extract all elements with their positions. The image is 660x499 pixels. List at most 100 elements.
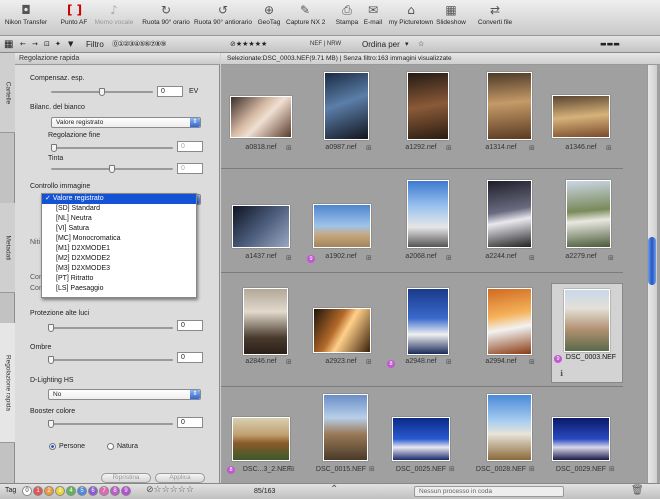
- photo-thumbnail[interactable]: [487, 180, 532, 248]
- rating-stars[interactable]: ⊘☆☆☆☆☆: [146, 485, 194, 495]
- photo-thumbnail[interactable]: [324, 72, 369, 140]
- label-chip[interactable]: 3: [55, 486, 65, 496]
- label-chip[interactable]: 4: [66, 486, 76, 496]
- photo-thumbnail[interactable]: [313, 204, 371, 248]
- thumbnail-cell[interactable]: ⊞ a2923.nef: [301, 281, 381, 385]
- photo-thumbnail[interactable]: [566, 180, 611, 248]
- thumbnail-cell-selected[interactable]: 9 DSC_0003.NEF ℹ: [551, 283, 623, 383]
- d-lighting-select[interactable]: No ⇕: [48, 389, 201, 400]
- grid-view-icon[interactable]: ▦: [4, 38, 13, 51]
- nature-radio[interactable]: [107, 443, 114, 450]
- shadows-slider[interactable]: [48, 356, 173, 364]
- label-chip[interactable]: 8: [110, 486, 120, 496]
- people-radio[interactable]: [49, 443, 56, 450]
- forward-arrow-icon[interactable]: →: [32, 38, 38, 51]
- highlight-protection-field[interactable]: 0: [177, 320, 203, 331]
- photo-thumbnail[interactable]: [392, 417, 450, 461]
- fine-tune-slider[interactable]: [51, 144, 173, 152]
- thumbnail-cell[interactable]: ⊞ a0818.nef: [221, 65, 301, 169]
- dropdown-item[interactable]: [M2] D2XMODE2: [42, 254, 196, 264]
- slideshow-button[interactable]: ▦ Slideshow: [436, 3, 466, 34]
- trash-icon[interactable]: 🗑: [631, 485, 644, 496]
- rotate-ccw-button[interactable]: ↺ Ruota 90° antiorario: [193, 3, 253, 34]
- photo-thumbnail[interactable]: [313, 308, 371, 353]
- adjust-icon[interactable]: ✦: [55, 38, 61, 51]
- dropdown-item[interactable]: [MC] Monocromatica: [42, 234, 196, 244]
- thumbnail-cell[interactable]: ⊞ DSC_0015.NEF: [301, 387, 381, 491]
- photo-thumbnail[interactable]: [407, 180, 449, 248]
- label-chip[interactable]: 1: [33, 486, 43, 496]
- info-icon[interactable]: ℹ: [560, 370, 567, 378]
- thumbnail-cell[interactable]: ⊞ a2994.nef: [461, 281, 541, 385]
- highlight-protection-slider[interactable]: [48, 324, 173, 332]
- thumbnail-cell[interactable]: ⊞ a1292.nef: [381, 65, 461, 169]
- rotate-cw-button[interactable]: ↻ Ruota 90° orario: [142, 3, 190, 34]
- label-chip[interactable]: 0: [22, 486, 32, 496]
- photo-thumbnail[interactable]: [487, 288, 532, 355]
- dropdown-item[interactable]: [VI] Satura: [42, 224, 196, 234]
- print-button[interactable]: ⎙ Stampa: [334, 3, 360, 34]
- thumbnail-cell[interactable]: ⊞ a2068.nef: [381, 169, 461, 273]
- convert-files-button[interactable]: ⇄ Converti file: [476, 3, 514, 34]
- label-chip[interactable]: 9: [121, 486, 131, 496]
- nikon-transfer-button[interactable]: ◘ Nikon Transfer: [4, 3, 48, 34]
- label-chip[interactable]: 5: [77, 486, 87, 496]
- tint-field[interactable]: 0: [177, 163, 203, 174]
- white-balance-select[interactable]: Valore registrato ⇕: [51, 117, 201, 128]
- dropdown-item[interactable]: ✓ Valore registrato: [42, 194, 196, 204]
- thumbnail-cell[interactable]: 8 ⊞ DSC...3_2.NEF: [221, 387, 301, 491]
- photo-thumbnail[interactable]: [552, 95, 610, 138]
- thumbnail-cell[interactable]: ⊞ a0987.nef: [301, 65, 381, 169]
- color-booster-slider[interactable]: [48, 420, 173, 428]
- photo-thumbnail[interactable]: [552, 417, 610, 461]
- dropdown-item[interactable]: [LS] Paesaggio: [42, 284, 196, 294]
- tab-folders[interactable]: Cartelle: [0, 53, 15, 133]
- thumbnail-cell[interactable]: ⊞ a2846.nef: [221, 281, 301, 385]
- dropdown-item[interactable]: [M1] D2XMODE1: [42, 244, 196, 254]
- thumbnail-size-slider[interactable]: ▬▬▬: [600, 38, 620, 51]
- shadows-field[interactable]: 0: [177, 352, 203, 363]
- af-point-button[interactable]: [ ] Punto AF: [56, 3, 92, 34]
- exposure-slider[interactable]: [51, 88, 153, 96]
- fine-tune-field[interactable]: 0: [177, 141, 203, 152]
- reset-button[interactable]: Ripristina: [101, 473, 151, 483]
- expand-icon[interactable]: ⌃: [330, 484, 338, 495]
- photo-thumbnail[interactable]: [243, 288, 288, 355]
- thumbnail-cell[interactable]: ⊞ a1346.nef: [541, 65, 621, 169]
- voice-memo-button[interactable]: ♪ Memo vocale: [94, 3, 134, 34]
- thumbnail-cell[interactable]: 9 ⊞ a1902.nef: [301, 169, 381, 273]
- label-chip[interactable]: 7: [99, 486, 109, 496]
- sort-by-label[interactable]: Ordina per: [362, 38, 400, 51]
- photo-thumbnail[interactable]: [487, 394, 532, 461]
- filter-label[interactable]: Filtro: [86, 38, 104, 51]
- photo-thumbnail[interactable]: [232, 417, 290, 461]
- tab-quick-adjust[interactable]: Regolazione rapida: [0, 323, 15, 443]
- photo-thumbnail[interactable]: [232, 205, 290, 248]
- file-type-filter[interactable]: NEF | NRW: [310, 38, 341, 51]
- photo-thumbnail[interactable]: [564, 289, 610, 352]
- picturetown-button[interactable]: ⌂ my Picturetown: [388, 3, 434, 34]
- rating-filter-stars[interactable]: ⊘★★★★★: [230, 38, 267, 51]
- grid-scrollbar[interactable]: [623, 65, 660, 483]
- favorite-star-icon[interactable]: ☆: [418, 38, 424, 51]
- thumbnail-cell[interactable]: ⊞ a2244.nef: [461, 169, 541, 273]
- exposure-field[interactable]: 0: [157, 86, 183, 97]
- thumbnail-cell[interactable]: ⊞ a1437.nef: [221, 169, 301, 273]
- capture-nx-button[interactable]: ✎ Capture NX 2: [286, 3, 325, 34]
- label-chip[interactable]: 6: [88, 486, 98, 496]
- photo-thumbnail[interactable]: [487, 72, 532, 140]
- thumbnail-cell[interactable]: 8 ⊞ a2948.nef: [381, 281, 461, 385]
- dropdown-item[interactable]: [SD] Standard: [42, 204, 196, 214]
- view-options-icon[interactable]: ⊡: [44, 38, 50, 51]
- thumbnail-cell[interactable]: ⊞ a2279.nef: [541, 169, 621, 273]
- label-filter-icons[interactable]: ⓪①②③④⑤⑥⑦⑧⑨: [112, 38, 166, 51]
- geotag-button[interactable]: ⊕ GeoTag: [256, 3, 282, 34]
- thumbnail-cell[interactable]: ⊞ DSC_0028.NEF: [461, 387, 541, 491]
- tint-slider[interactable]: [51, 165, 173, 173]
- photo-thumbnail[interactable]: [407, 288, 449, 355]
- tab-metadata[interactable]: Metadati: [0, 203, 15, 293]
- dropdown-item[interactable]: [NL] Neutra: [42, 214, 196, 224]
- dropdown-item[interactable]: [PT] Ritratto: [42, 274, 196, 284]
- back-arrow-icon[interactable]: ←: [20, 38, 26, 51]
- email-button[interactable]: ✉ E-mail: [362, 3, 384, 34]
